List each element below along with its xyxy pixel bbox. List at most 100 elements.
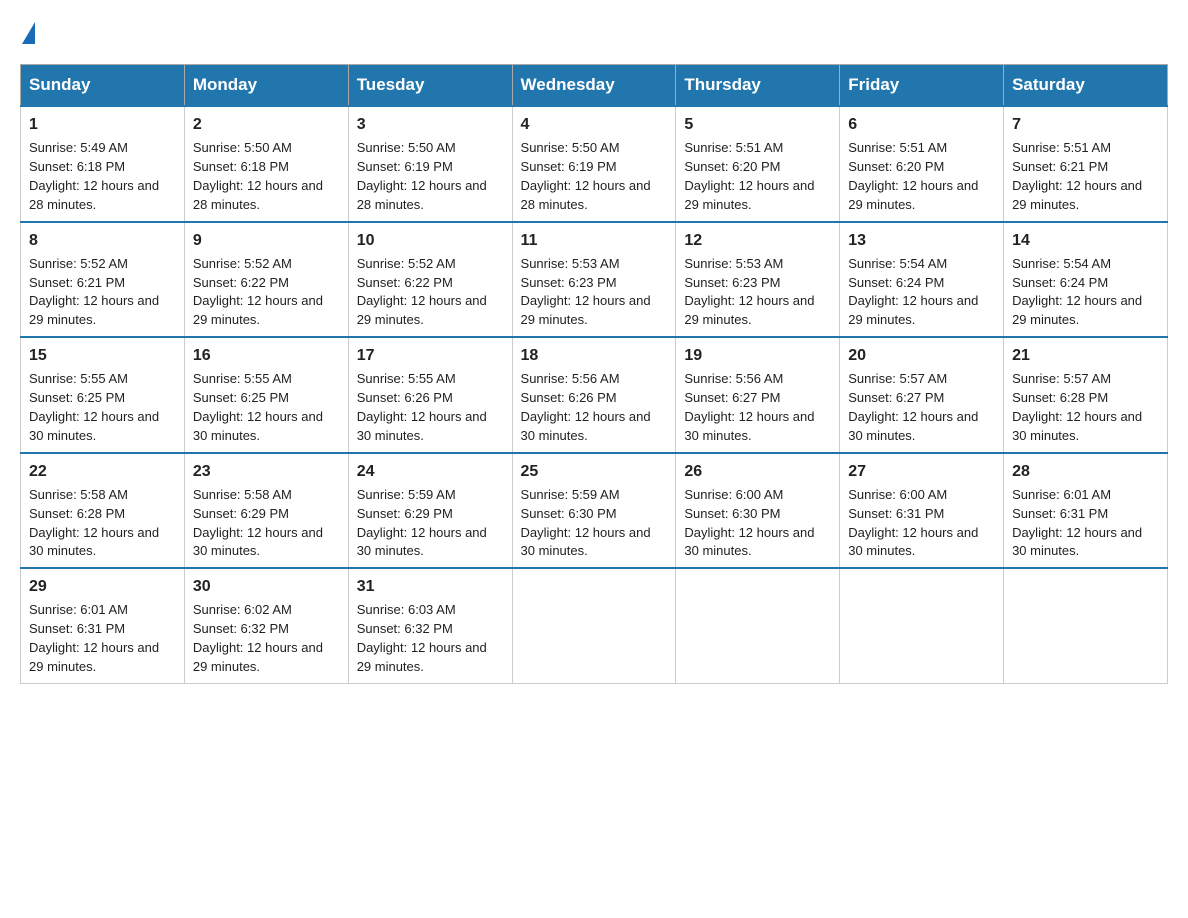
day-number: 14 (1012, 229, 1159, 252)
calendar-cell: 16 Sunrise: 5:55 AM Sunset: 6:25 PM Dayl… (184, 337, 348, 453)
day-number: 2 (193, 113, 340, 136)
day-number: 16 (193, 344, 340, 367)
daylight-info: Daylight: 12 hours and 30 minutes. (1012, 525, 1142, 559)
day-number: 19 (684, 344, 831, 367)
sunset-info: Sunset: 6:32 PM (193, 621, 289, 636)
day-number: 3 (357, 113, 504, 136)
sunset-info: Sunset: 6:28 PM (1012, 390, 1108, 405)
calendar-week-2: 8 Sunrise: 5:52 AM Sunset: 6:21 PM Dayli… (21, 222, 1168, 338)
day-number: 13 (848, 229, 995, 252)
day-header-sunday: Sunday (21, 65, 185, 107)
day-number: 12 (684, 229, 831, 252)
sunrise-info: Sunrise: 5:53 AM (521, 256, 620, 271)
calendar-cell: 3 Sunrise: 5:50 AM Sunset: 6:19 PM Dayli… (348, 106, 512, 222)
sunrise-info: Sunrise: 5:57 AM (1012, 371, 1111, 386)
calendar-cell: 8 Sunrise: 5:52 AM Sunset: 6:21 PM Dayli… (21, 222, 185, 338)
sunset-info: Sunset: 6:30 PM (521, 506, 617, 521)
daylight-info: Daylight: 12 hours and 29 minutes. (848, 293, 978, 327)
sunrise-info: Sunrise: 5:59 AM (357, 487, 456, 502)
sunrise-info: Sunrise: 6:01 AM (1012, 487, 1111, 502)
page-header (20, 20, 1168, 44)
calendar-cell: 9 Sunrise: 5:52 AM Sunset: 6:22 PM Dayli… (184, 222, 348, 338)
calendar-header-row: SundayMondayTuesdayWednesdayThursdayFrid… (21, 65, 1168, 107)
daylight-info: Daylight: 12 hours and 30 minutes. (357, 525, 487, 559)
calendar-cell: 31 Sunrise: 6:03 AM Sunset: 6:32 PM Dayl… (348, 568, 512, 683)
day-number: 21 (1012, 344, 1159, 367)
calendar-cell: 14 Sunrise: 5:54 AM Sunset: 6:24 PM Dayl… (1004, 222, 1168, 338)
day-number: 29 (29, 575, 176, 598)
daylight-info: Daylight: 12 hours and 28 minutes. (193, 178, 323, 212)
daylight-info: Daylight: 12 hours and 29 minutes. (1012, 293, 1142, 327)
daylight-info: Daylight: 12 hours and 30 minutes. (357, 409, 487, 443)
calendar-cell: 29 Sunrise: 6:01 AM Sunset: 6:31 PM Dayl… (21, 568, 185, 683)
daylight-info: Daylight: 12 hours and 30 minutes. (684, 525, 814, 559)
day-number: 22 (29, 460, 176, 483)
daylight-info: Daylight: 12 hours and 30 minutes. (1012, 409, 1142, 443)
day-number: 25 (521, 460, 668, 483)
sunrise-info: Sunrise: 6:00 AM (848, 487, 947, 502)
sunrise-info: Sunrise: 5:55 AM (193, 371, 292, 386)
daylight-info: Daylight: 12 hours and 28 minutes. (29, 178, 159, 212)
daylight-info: Daylight: 12 hours and 29 minutes. (684, 178, 814, 212)
sunset-info: Sunset: 6:32 PM (357, 621, 453, 636)
sunrise-info: Sunrise: 6:01 AM (29, 602, 128, 617)
sunrise-info: Sunrise: 5:54 AM (848, 256, 947, 271)
calendar-cell: 7 Sunrise: 5:51 AM Sunset: 6:21 PM Dayli… (1004, 106, 1168, 222)
sunrise-info: Sunrise: 5:57 AM (848, 371, 947, 386)
daylight-info: Daylight: 12 hours and 29 minutes. (1012, 178, 1142, 212)
calendar-cell: 17 Sunrise: 5:55 AM Sunset: 6:26 PM Dayl… (348, 337, 512, 453)
sunrise-info: Sunrise: 5:49 AM (29, 140, 128, 155)
day-header-tuesday: Tuesday (348, 65, 512, 107)
sunset-info: Sunset: 6:22 PM (357, 275, 453, 290)
sunset-info: Sunset: 6:23 PM (521, 275, 617, 290)
calendar-cell (1004, 568, 1168, 683)
day-number: 20 (848, 344, 995, 367)
calendar-cell: 20 Sunrise: 5:57 AM Sunset: 6:27 PM Dayl… (840, 337, 1004, 453)
calendar-cell: 28 Sunrise: 6:01 AM Sunset: 6:31 PM Dayl… (1004, 453, 1168, 569)
calendar-cell: 5 Sunrise: 5:51 AM Sunset: 6:20 PM Dayli… (676, 106, 840, 222)
sunrise-info: Sunrise: 5:51 AM (1012, 140, 1111, 155)
sunset-info: Sunset: 6:25 PM (29, 390, 125, 405)
daylight-info: Daylight: 12 hours and 29 minutes. (193, 640, 323, 674)
calendar-week-3: 15 Sunrise: 5:55 AM Sunset: 6:25 PM Dayl… (21, 337, 1168, 453)
sunset-info: Sunset: 6:26 PM (357, 390, 453, 405)
day-header-thursday: Thursday (676, 65, 840, 107)
day-number: 1 (29, 113, 176, 136)
sunset-info: Sunset: 6:29 PM (193, 506, 289, 521)
day-header-wednesday: Wednesday (512, 65, 676, 107)
daylight-info: Daylight: 12 hours and 30 minutes. (521, 409, 651, 443)
sunrise-info: Sunrise: 5:52 AM (29, 256, 128, 271)
calendar-week-5: 29 Sunrise: 6:01 AM Sunset: 6:31 PM Dayl… (21, 568, 1168, 683)
day-header-monday: Monday (184, 65, 348, 107)
logo (20, 20, 35, 44)
daylight-info: Daylight: 12 hours and 29 minutes. (357, 293, 487, 327)
day-number: 24 (357, 460, 504, 483)
sunrise-info: Sunrise: 5:50 AM (193, 140, 292, 155)
calendar-cell: 10 Sunrise: 5:52 AM Sunset: 6:22 PM Dayl… (348, 222, 512, 338)
daylight-info: Daylight: 12 hours and 29 minutes. (684, 293, 814, 327)
day-number: 11 (521, 229, 668, 252)
day-number: 28 (1012, 460, 1159, 483)
sunset-info: Sunset: 6:21 PM (1012, 159, 1108, 174)
sunset-info: Sunset: 6:22 PM (193, 275, 289, 290)
calendar-cell (512, 568, 676, 683)
sunset-info: Sunset: 6:31 PM (1012, 506, 1108, 521)
sunset-info: Sunset: 6:27 PM (848, 390, 944, 405)
calendar-table: SundayMondayTuesdayWednesdayThursdayFrid… (20, 64, 1168, 684)
sunset-info: Sunset: 6:29 PM (357, 506, 453, 521)
calendar-cell: 4 Sunrise: 5:50 AM Sunset: 6:19 PM Dayli… (512, 106, 676, 222)
day-number: 31 (357, 575, 504, 598)
day-number: 10 (357, 229, 504, 252)
sunrise-info: Sunrise: 5:55 AM (357, 371, 456, 386)
calendar-cell: 6 Sunrise: 5:51 AM Sunset: 6:20 PM Dayli… (840, 106, 1004, 222)
day-number: 18 (521, 344, 668, 367)
sunset-info: Sunset: 6:31 PM (848, 506, 944, 521)
calendar-cell: 12 Sunrise: 5:53 AM Sunset: 6:23 PM Dayl… (676, 222, 840, 338)
sunrise-info: Sunrise: 5:52 AM (193, 256, 292, 271)
daylight-info: Daylight: 12 hours and 30 minutes. (684, 409, 814, 443)
calendar-cell: 26 Sunrise: 6:00 AM Sunset: 6:30 PM Dayl… (676, 453, 840, 569)
sunset-info: Sunset: 6:20 PM (848, 159, 944, 174)
day-number: 17 (357, 344, 504, 367)
daylight-info: Daylight: 12 hours and 29 minutes. (357, 640, 487, 674)
calendar-week-4: 22 Sunrise: 5:58 AM Sunset: 6:28 PM Dayl… (21, 453, 1168, 569)
